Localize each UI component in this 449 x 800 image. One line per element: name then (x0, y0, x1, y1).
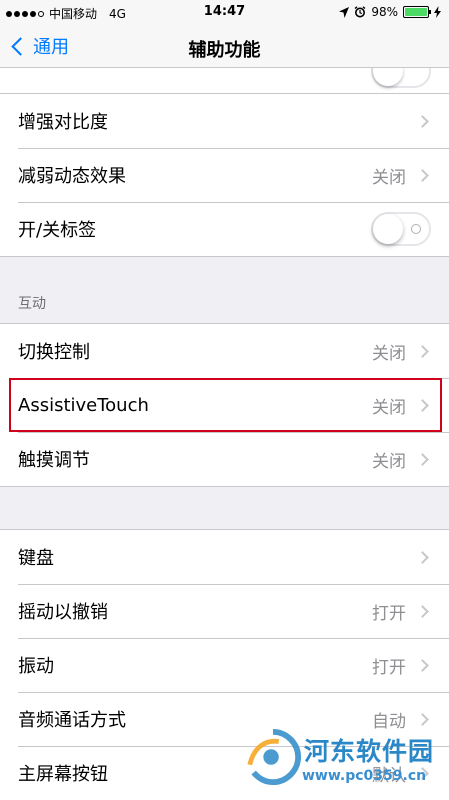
interaction-group: 切换控制 关闭 AssistiveTouch 关闭 触摸调节 关闭 (0, 323, 449, 487)
chevron-right-icon (416, 766, 429, 780)
row-value: 关闭 (372, 451, 406, 472)
row-value: 自动 (372, 711, 406, 732)
chevron-right-icon (416, 344, 429, 358)
row-label: 减弱动态效果 (18, 166, 126, 187)
row-label: 增强对比度 (18, 112, 108, 133)
partial-toggle-switch[interactable] (371, 68, 431, 88)
toggle-off-label-icon (411, 224, 421, 234)
settings-list: 增强对比度 减弱动态效果 关闭 开/关标签 互动 切换控制 关闭 Assisti (0, 68, 449, 800)
on-off-labels-toggle[interactable] (371, 212, 431, 246)
row-keyboard[interactable]: 键盘 (0, 530, 449, 584)
chevron-right-icon (416, 550, 429, 564)
row-label: 键盘 (18, 548, 54, 569)
row-label: AssistiveTouch (18, 394, 149, 416)
battery-percent: 98% (371, 5, 398, 19)
row-label: 切换控制 (18, 342, 90, 363)
battery-icon (403, 6, 431, 18)
chevron-right-icon (416, 604, 429, 618)
partial-row-above (0, 68, 449, 94)
row-increase-contrast[interactable]: 增强对比度 (0, 94, 449, 148)
row-on-off-labels: 开/关标签 (0, 202, 449, 256)
toggle-knob (373, 214, 403, 244)
location-icon (339, 6, 350, 18)
section-spacer (0, 487, 449, 529)
section-header-label: 互动 (18, 296, 46, 312)
row-assistivetouch[interactable]: AssistiveTouch 关闭 (0, 378, 449, 432)
row-label: 摇动以撤销 (18, 602, 108, 623)
row-vibration[interactable]: 振动 打开 (0, 638, 449, 692)
row-value: 关闭 (372, 397, 406, 418)
chevron-right-icon (416, 114, 429, 128)
navigation-bar: 通用 辅助功能 (0, 24, 449, 68)
row-label: 主屏幕按钮 (18, 764, 108, 785)
row-label: 振动 (18, 656, 54, 677)
row-label: 开/关标签 (18, 220, 97, 241)
chevron-right-icon (416, 168, 429, 182)
row-label: 触摸调节 (18, 450, 90, 471)
charging-icon (434, 6, 441, 18)
row-shake-to-undo[interactable]: 摇动以撤销 打开 (0, 584, 449, 638)
status-right: 98% (339, 5, 441, 19)
row-value: 关闭 (372, 167, 406, 188)
row-home-button[interactable]: 主屏幕按钮 默认 (0, 746, 449, 800)
chevron-right-icon (416, 398, 429, 412)
alarm-icon (354, 6, 366, 18)
section-header-interaction: 互动 (0, 257, 449, 323)
row-call-audio-routing[interactable]: 音频通话方式 自动 (0, 692, 449, 746)
row-value: 默认 (372, 765, 406, 786)
row-touch-accommodations[interactable]: 触摸调节 关闭 (0, 432, 449, 486)
chevron-right-icon (416, 658, 429, 672)
row-value: 打开 (372, 657, 406, 678)
other-group: 键盘 摇动以撤销 打开 振动 打开 音频通话方式 自动 主屏幕按钮 默认 (0, 529, 449, 800)
row-reduce-motion[interactable]: 减弱动态效果 关闭 (0, 148, 449, 202)
row-value: 打开 (372, 603, 406, 624)
row-value: 关闭 (372, 343, 406, 364)
row-switch-control[interactable]: 切换控制 关闭 (0, 324, 449, 378)
page-title: 辅助功能 (188, 40, 261, 61)
chevron-right-icon (416, 452, 429, 466)
row-label: 音频通话方式 (18, 710, 126, 731)
display-group: 增强对比度 减弱动态效果 关闭 开/关标签 (0, 94, 449, 257)
chevron-right-icon (416, 712, 429, 726)
status-bar: 中国移动 4G 14:47 98% (0, 0, 449, 24)
